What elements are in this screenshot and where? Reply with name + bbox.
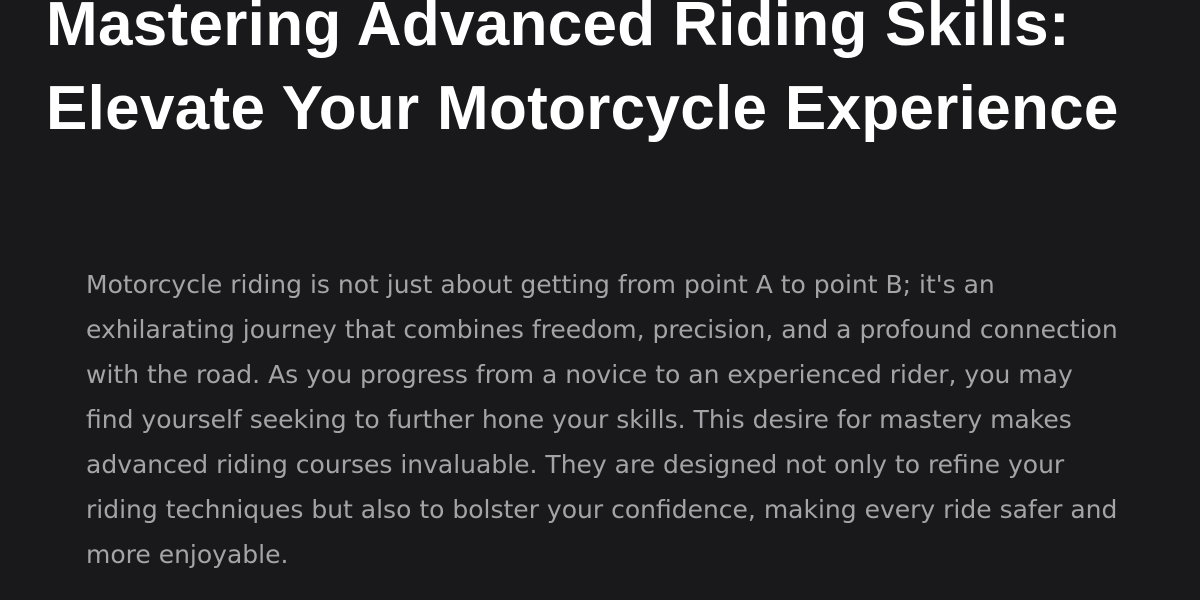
article-page: Mastering Advanced Riding Skills: Elevat… — [0, 0, 1200, 600]
article-intro-paragraph: Motorcycle riding is not just about gett… — [86, 270, 1118, 569]
article-title: Mastering Advanced Riding Skills: Elevat… — [46, 0, 1119, 143]
